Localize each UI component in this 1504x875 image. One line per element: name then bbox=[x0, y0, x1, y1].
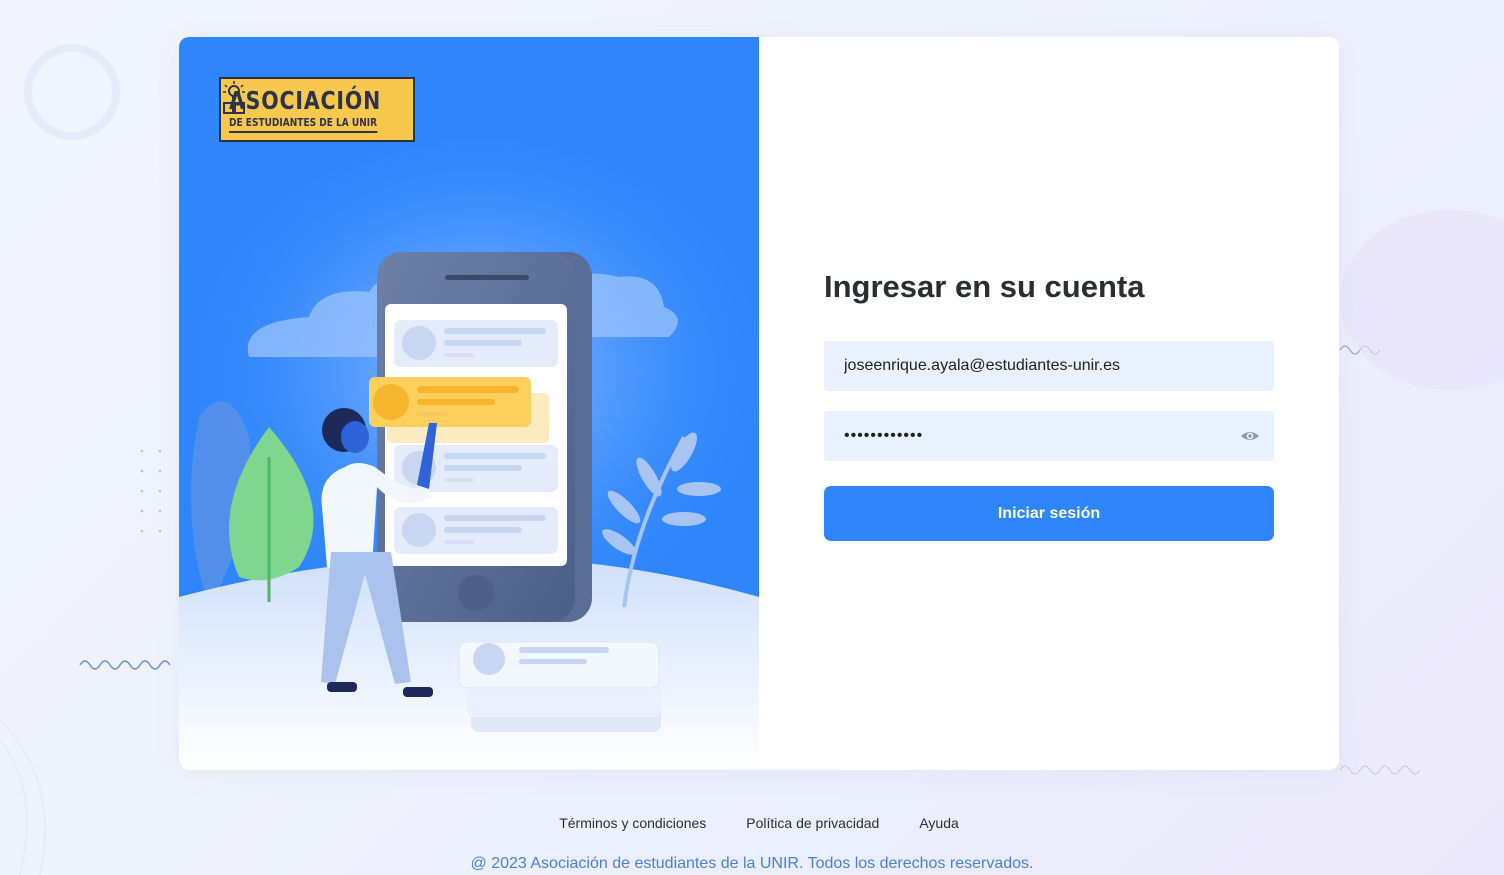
login-form: Ingresar en su cuenta Iniciar sesión bbox=[824, 37, 1274, 770]
login-card: ASOCIACIÓN DE ESTUDIANTES DE LA UNIR Ing… bbox=[179, 37, 1339, 770]
email-field[interactable] bbox=[824, 341, 1274, 391]
email-field-container bbox=[824, 341, 1274, 391]
illustration-graphic bbox=[179, 137, 759, 770]
logo-subtitle: DE ESTUDIANTES DE LA UNIR bbox=[229, 116, 378, 133]
privacy-link[interactable]: Política de privacidad bbox=[746, 815, 879, 831]
logo-title: ASOCIACIÓN bbox=[229, 86, 382, 115]
page-title: Ingresar en su cuenta bbox=[824, 269, 1145, 304]
eye-icon[interactable] bbox=[1240, 427, 1260, 445]
help-link[interactable]: Ayuda bbox=[919, 815, 958, 831]
hero-illustration: ASOCIACIÓN DE ESTUDIANTES DE LA UNIR bbox=[179, 37, 759, 770]
association-logo: ASOCIACIÓN DE ESTUDIANTES DE LA UNIR bbox=[219, 77, 415, 142]
footer-links: Términos y condiciones Política de priva… bbox=[0, 815, 1504, 831]
terms-link[interactable]: Términos y condiciones bbox=[559, 815, 706, 831]
login-button[interactable]: Iniciar sesión bbox=[824, 486, 1274, 541]
copyright-text: @ 2023 Asociación de estudiantes de la U… bbox=[470, 855, 1034, 872]
password-field[interactable] bbox=[824, 411, 1274, 461]
password-field-container bbox=[824, 411, 1274, 461]
